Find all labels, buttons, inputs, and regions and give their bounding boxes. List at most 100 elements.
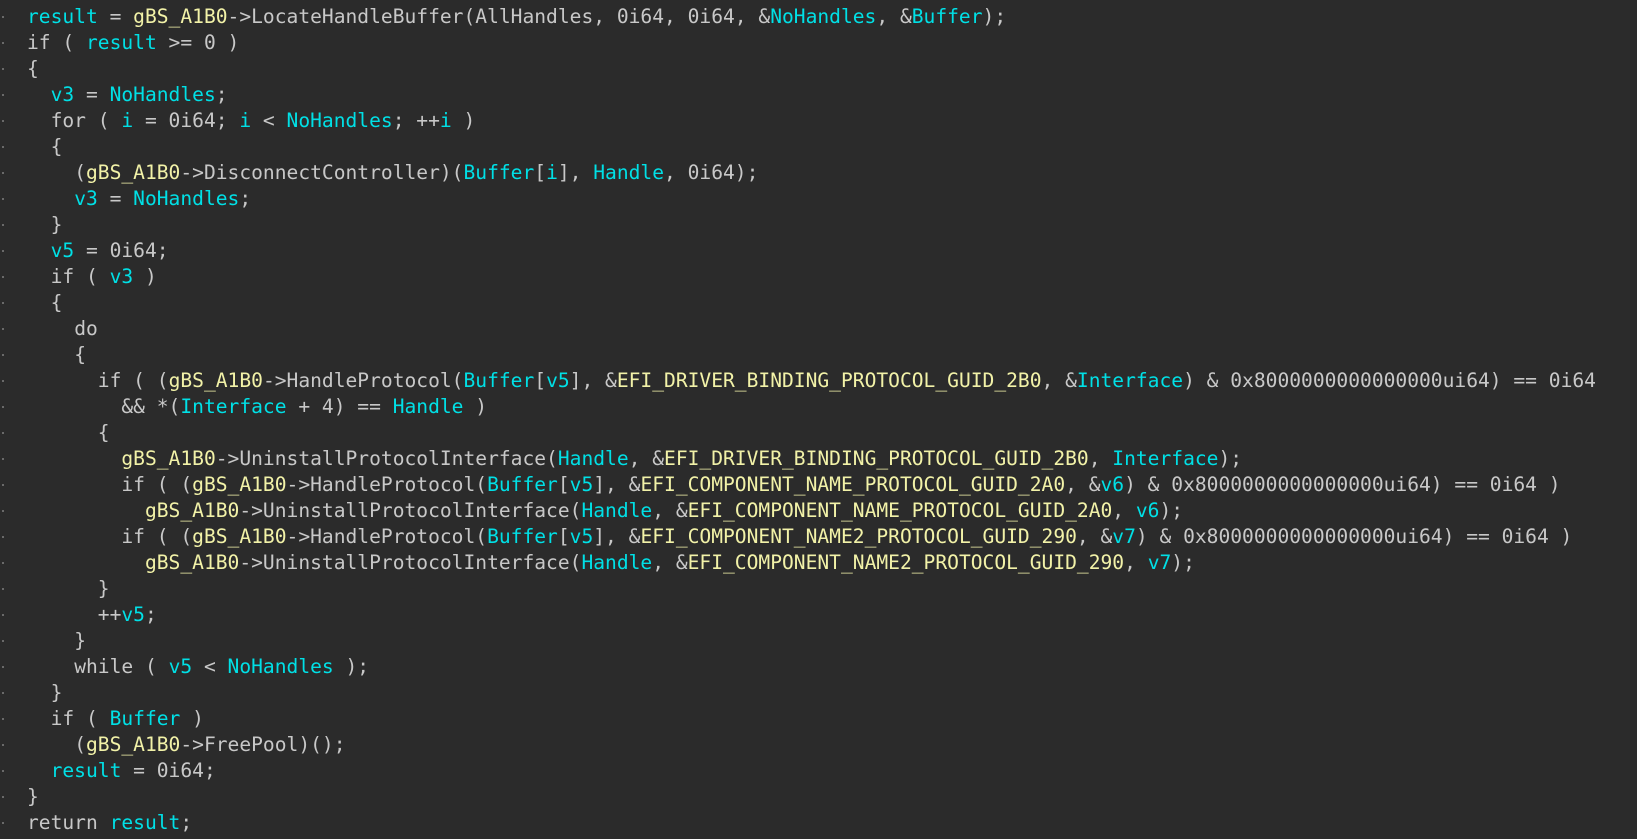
code-variable[interactable]: Handle [581, 551, 652, 574]
code-variable[interactable]: v6 [1136, 499, 1160, 522]
code-text: { [50, 135, 63, 158]
code-variable[interactable]: NoHandles [228, 655, 334, 678]
code-line[interactable]: return result; [0, 810, 1637, 836]
code-text: ; [144, 603, 157, 626]
code-variable[interactable]: v5 [570, 473, 594, 496]
code-line[interactable]: && *(Interface + 4) == Handle ) [0, 394, 1637, 420]
code-variable[interactable]: Buffer [463, 369, 534, 392]
code-variable[interactable]: v3 [110, 265, 134, 288]
code-line[interactable]: { [0, 134, 1637, 160]
code-global-symbol[interactable]: gBS_A1B0 [86, 161, 180, 184]
code-variable[interactable]: Interface [1112, 447, 1218, 470]
code-line[interactable]: ++v5; [0, 602, 1637, 628]
code-line[interactable]: (gBS_A1B0->DisconnectController)(Buffer[… [0, 160, 1637, 186]
code-text: , & [652, 551, 688, 574]
code-variable[interactable]: Buffer [912, 5, 983, 28]
code-global-symbol[interactable]: EFI_COMPONENT_NAME_PROTOCOL_GUID_2A0 [640, 473, 1065, 496]
code-global-symbol[interactable]: gBS_A1B0 [86, 733, 180, 756]
code-line[interactable]: if ( result >= 0 ) [0, 30, 1637, 56]
code-global-symbol[interactable]: EFI_DRIVER_BINDING_PROTOCOL_GUID_2B0 [664, 447, 1089, 470]
code-line[interactable]: if ( (gBS_A1B0->HandleProtocol(Buffer[v5… [0, 368, 1637, 394]
code-text: ); [982, 5, 1007, 28]
code-global-symbol[interactable]: gBS_A1B0 [145, 551, 239, 574]
code-variable[interactable]: v3 [74, 187, 98, 210]
code-line[interactable]: if ( Buffer ) [0, 706, 1637, 732]
gutter-marker [2, 328, 4, 330]
code-line[interactable]: v3 = NoHandles; [0, 82, 1637, 108]
code-line[interactable]: if ( (gBS_A1B0->HandleProtocol(Buffer[v5… [0, 524, 1637, 550]
code-line[interactable]: for ( i = 0i64; i < NoHandles; ++i ) [0, 108, 1637, 134]
code-line[interactable]: } [0, 576, 1637, 602]
code-variable[interactable]: i [440, 109, 452, 132]
code-line[interactable]: gBS_A1B0->UninstallProtocolInterface(Han… [0, 550, 1637, 576]
code-global-symbol[interactable]: gBS_A1B0 [145, 499, 239, 522]
code-variable[interactable]: i [121, 109, 133, 132]
code-line[interactable]: } [0, 628, 1637, 654]
code-text: ) & 0x8000000000000000ui64) == 0i64 ) [1124, 473, 1561, 496]
code-line[interactable]: gBS_A1B0->UninstallProtocolInterface(Han… [0, 498, 1637, 524]
code-variable[interactable]: Buffer [487, 525, 558, 548]
code-global-symbol[interactable]: EFI_COMPONENT_NAME2_PROTOCOL_GUID_290 [640, 525, 1076, 548]
code-variable[interactable]: v7 [1148, 551, 1172, 574]
code-line[interactable]: } [0, 212, 1637, 238]
code-variable[interactable]: v7 [1112, 525, 1136, 548]
code-text: = [74, 83, 110, 106]
code-global-symbol[interactable]: gBS_A1B0 [169, 369, 263, 392]
gutter-marker [2, 172, 4, 174]
code-variable[interactable]: NoHandles [287, 109, 393, 132]
code-line[interactable]: v3 = NoHandles; [0, 186, 1637, 212]
code-line[interactable]: { [0, 420, 1637, 446]
code-line[interactable]: { [0, 290, 1637, 316]
code-line[interactable]: result = 0i64; [0, 758, 1637, 784]
code-variable[interactable]: result [110, 811, 181, 834]
code-line[interactable]: while ( v5 < NoHandles ); [0, 654, 1637, 680]
code-line[interactable]: } [0, 784, 1637, 810]
code-line[interactable]: if ( v3 ) [0, 264, 1637, 290]
code-variable[interactable]: result [86, 31, 157, 54]
code-variable[interactable]: result [51, 759, 122, 782]
code-variable[interactable]: v5 [570, 525, 594, 548]
code-line[interactable]: { [0, 56, 1637, 82]
code-variable[interactable]: v5 [121, 603, 145, 626]
code-variable[interactable]: i [546, 161, 558, 184]
code-global-symbol[interactable]: gBS_A1B0 [192, 525, 286, 548]
code-variable[interactable]: v6 [1101, 473, 1125, 496]
code-variable[interactable]: Buffer [110, 707, 181, 730]
code-line[interactable]: } [0, 680, 1637, 706]
code-global-symbol[interactable]: EFI_DRIVER_BINDING_PROTOCOL_GUID_2B0 [617, 369, 1042, 392]
code-variable[interactable]: Buffer [463, 161, 534, 184]
code-variable[interactable]: result [27, 5, 98, 28]
code-variable[interactable]: NoHandles [133, 187, 239, 210]
pseudocode-view[interactable]: result = gBS_A1B0->LocateHandleBuffer(Al… [0, 4, 1637, 839]
code-line[interactable]: { [0, 342, 1637, 368]
code-text: = 0i64; [121, 759, 216, 782]
code-global-symbol[interactable]: gBS_A1B0 [192, 473, 286, 496]
code-text: { [27, 57, 39, 80]
code-line[interactable]: if ( (gBS_A1B0->HandleProtocol(Buffer[v5… [0, 472, 1637, 498]
code-variable[interactable]: Handle [558, 447, 629, 470]
code-global-symbol[interactable]: EFI_COMPONENT_NAME_PROTOCOL_GUID_2A0 [688, 499, 1113, 522]
code-variable[interactable]: NoHandles [110, 83, 216, 106]
code-variable[interactable]: Interface [1077, 369, 1183, 392]
code-line[interactable]: do [0, 316, 1637, 342]
code-variable[interactable]: NoHandles [770, 5, 876, 28]
code-line[interactable]: result = gBS_A1B0->LocateHandleBuffer(Al… [0, 4, 1637, 30]
code-global-symbol[interactable]: EFI_COMPONENT_NAME2_PROTOCOL_GUID_290 [688, 551, 1124, 574]
code-variable[interactable]: v5 [51, 239, 75, 262]
code-variable[interactable]: Handle [581, 499, 652, 522]
code-variable[interactable]: Interface [180, 395, 286, 418]
code-variable[interactable]: Handle [593, 161, 664, 184]
code-variable[interactable]: v3 [51, 83, 75, 106]
code-variable[interactable]: v5 [546, 369, 570, 392]
code-line[interactable]: gBS_A1B0->UninstallProtocolInterface(Han… [0, 446, 1637, 472]
code-line[interactable]: v5 = 0i64; [0, 238, 1637, 264]
code-global-symbol[interactable]: gBS_A1B0 [133, 5, 227, 28]
code-global-symbol[interactable]: gBS_A1B0 [121, 447, 215, 470]
code-variable[interactable]: v5 [169, 655, 193, 678]
code-variable[interactable]: Handle [393, 395, 464, 418]
code-line[interactable]: (gBS_A1B0->FreePool)(); [0, 732, 1637, 758]
code-variable[interactable]: Buffer [487, 473, 558, 496]
code-variable[interactable]: i [239, 109, 251, 132]
